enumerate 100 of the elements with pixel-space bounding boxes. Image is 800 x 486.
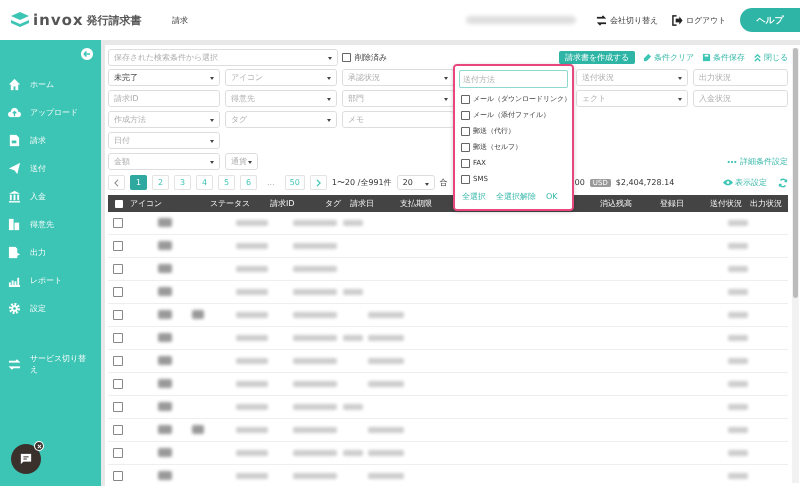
filter-select[interactable]: アイコン bbox=[225, 69, 337, 86]
blurred-text bbox=[728, 335, 748, 341]
blurred-text bbox=[236, 358, 268, 364]
blurred-text bbox=[158, 241, 172, 250]
row-checkbox[interactable] bbox=[113, 241, 123, 251]
page-button[interactable]: 6 bbox=[240, 175, 257, 190]
filter-input[interactable]: 出力状況 bbox=[693, 69, 788, 86]
row-checkbox[interactable] bbox=[113, 287, 123, 297]
filter-select[interactable]: 承認状況 bbox=[342, 69, 454, 86]
row-checkbox[interactable] bbox=[113, 333, 123, 343]
search-field[interactable]: 送付方法 bbox=[459, 70, 568, 88]
sidebar-item[interactable]: 送付 bbox=[0, 154, 101, 182]
previous-page-button[interactable] bbox=[108, 175, 125, 190]
row-checkbox[interactable] bbox=[113, 402, 123, 412]
page-button[interactable]: 5 bbox=[218, 175, 235, 190]
blurred-text bbox=[236, 335, 268, 341]
page-button[interactable]: 50 bbox=[284, 175, 305, 190]
sidebar-item[interactable]: 得意先 bbox=[0, 210, 101, 238]
blurred-text bbox=[343, 335, 363, 341]
blurred-text bbox=[158, 287, 172, 296]
advanced-settings-link[interactable]: 詳細条件設定 bbox=[727, 156, 788, 167]
filter-select[interactable]: 未完了 bbox=[108, 69, 220, 86]
row-checkbox[interactable] bbox=[113, 379, 123, 389]
row-checkbox[interactable] bbox=[113, 425, 123, 435]
sidebar-item[interactable]: 入金 bbox=[0, 182, 101, 210]
filter-select[interactable]: 部門 bbox=[342, 90, 454, 107]
page-button[interactable]: 4 bbox=[196, 175, 213, 190]
filter-input[interactable]: メモ bbox=[342, 111, 454, 128]
switch-arrows-icon bbox=[8, 358, 21, 370]
row-checkbox[interactable] bbox=[113, 264, 123, 274]
row-checkbox[interactable] bbox=[113, 448, 123, 458]
saved-search-select[interactable]: 保存された検索条件から選択 bbox=[108, 49, 338, 66]
next-page-button[interactable] bbox=[310, 175, 327, 190]
sidebar-item[interactable]: 設定 bbox=[0, 294, 101, 322]
amount-select[interactable]: 金額 bbox=[108, 153, 220, 170]
blurred-text bbox=[236, 427, 268, 433]
filter-select[interactable]: ェクト bbox=[576, 90, 688, 107]
blurred-text bbox=[236, 243, 268, 249]
blurred-text bbox=[236, 473, 268, 479]
chat-button[interactable] bbox=[11, 444, 41, 474]
sidebar-item[interactable]: 出力 bbox=[0, 238, 101, 266]
blurred-text bbox=[158, 310, 172, 319]
page-button[interactable]: 3 bbox=[174, 175, 191, 190]
close-filters-link[interactable]: 閉じる bbox=[753, 52, 788, 63]
save-conditions-link[interactable]: 条件保存 bbox=[702, 52, 745, 63]
filter-select[interactable]: 日付 bbox=[108, 132, 220, 149]
sidebar-item[interactable]: 請求 bbox=[0, 126, 101, 154]
company-switch-link[interactable]: 会社切り替え bbox=[596, 14, 658, 26]
eye-icon bbox=[723, 179, 733, 186]
service-switch-item[interactable]: サービス切り替え bbox=[0, 350, 101, 378]
blurred-text bbox=[158, 333, 172, 342]
clear-conditions-link[interactable]: 条件クリア bbox=[643, 52, 694, 63]
create-invoice-button[interactable]: 請求書を作成する bbox=[559, 51, 635, 64]
blurred-text bbox=[728, 220, 748, 226]
filter-select[interactable]: 送付状況 bbox=[576, 69, 688, 86]
help-button[interactable]: ヘルプ bbox=[740, 8, 800, 32]
product-name: 発行請求書 bbox=[86, 12, 142, 28]
blurred-text bbox=[728, 427, 748, 433]
blurred-text bbox=[236, 381, 268, 387]
chevron-right-icon bbox=[316, 178, 321, 186]
sidebar-item[interactable]: レポート bbox=[0, 266, 101, 294]
nav-link[interactable]: 請求 bbox=[172, 14, 188, 26]
sidebar-item[interactable]: ホーム bbox=[0, 70, 101, 98]
page-button[interactable]: 1 bbox=[130, 175, 147, 190]
logout-link[interactable]: ログアウト bbox=[672, 14, 726, 26]
display-settings-link[interactable]: 表示設定 bbox=[723, 177, 767, 188]
filter-input[interactable]: 請求ID bbox=[108, 90, 220, 107]
blurred-text bbox=[158, 379, 172, 388]
page-button[interactable]: 2 bbox=[152, 175, 169, 190]
column-header: 出力状況 bbox=[750, 199, 782, 208]
select-all-checkbox[interactable] bbox=[115, 200, 123, 208]
collapse-icon[interactable] bbox=[81, 48, 93, 60]
blurred-text bbox=[293, 404, 337, 410]
filter-select[interactable]: 作成方法 bbox=[108, 111, 220, 128]
sidebar-item[interactable]: アップロード bbox=[0, 98, 101, 126]
filter-input[interactable]: 入金状況 bbox=[693, 90, 788, 107]
close-icon[interactable] bbox=[34, 441, 44, 451]
currency-select[interactable]: 通貨 bbox=[225, 153, 258, 170]
blurred-text bbox=[158, 425, 172, 434]
row-checkbox[interactable] bbox=[113, 310, 123, 320]
row-checkbox[interactable] bbox=[113, 471, 123, 481]
filter-select[interactable]: 得意先 bbox=[225, 90, 337, 107]
blurred-text bbox=[293, 427, 337, 433]
select-all-link[interactable]: 全選択 bbox=[462, 190, 486, 202]
column-header: 登録日 bbox=[660, 199, 684, 208]
scrollbar[interactable] bbox=[793, 48, 798, 298]
ok-link[interactable]: OK bbox=[546, 192, 558, 200]
column-header: 支払期限 bbox=[400, 199, 432, 208]
refresh-icon[interactable] bbox=[778, 178, 788, 188]
deleted-checkbox[interactable]: 削除済み bbox=[342, 52, 387, 63]
result-count: 1〜20 /全991件 bbox=[332, 177, 392, 188]
blurred-text bbox=[728, 266, 748, 272]
row-checkbox[interactable] bbox=[113, 218, 123, 228]
filter-select[interactable]: タグ bbox=[225, 111, 337, 128]
blurred-text bbox=[368, 450, 404, 456]
deselect-all-link[interactable]: 全選択解除 bbox=[496, 190, 536, 202]
blurred-text bbox=[293, 473, 337, 479]
row-checkbox[interactable] bbox=[113, 356, 123, 366]
blurred-text bbox=[236, 289, 268, 295]
per-page-select[interactable]: 20 bbox=[396, 175, 435, 190]
